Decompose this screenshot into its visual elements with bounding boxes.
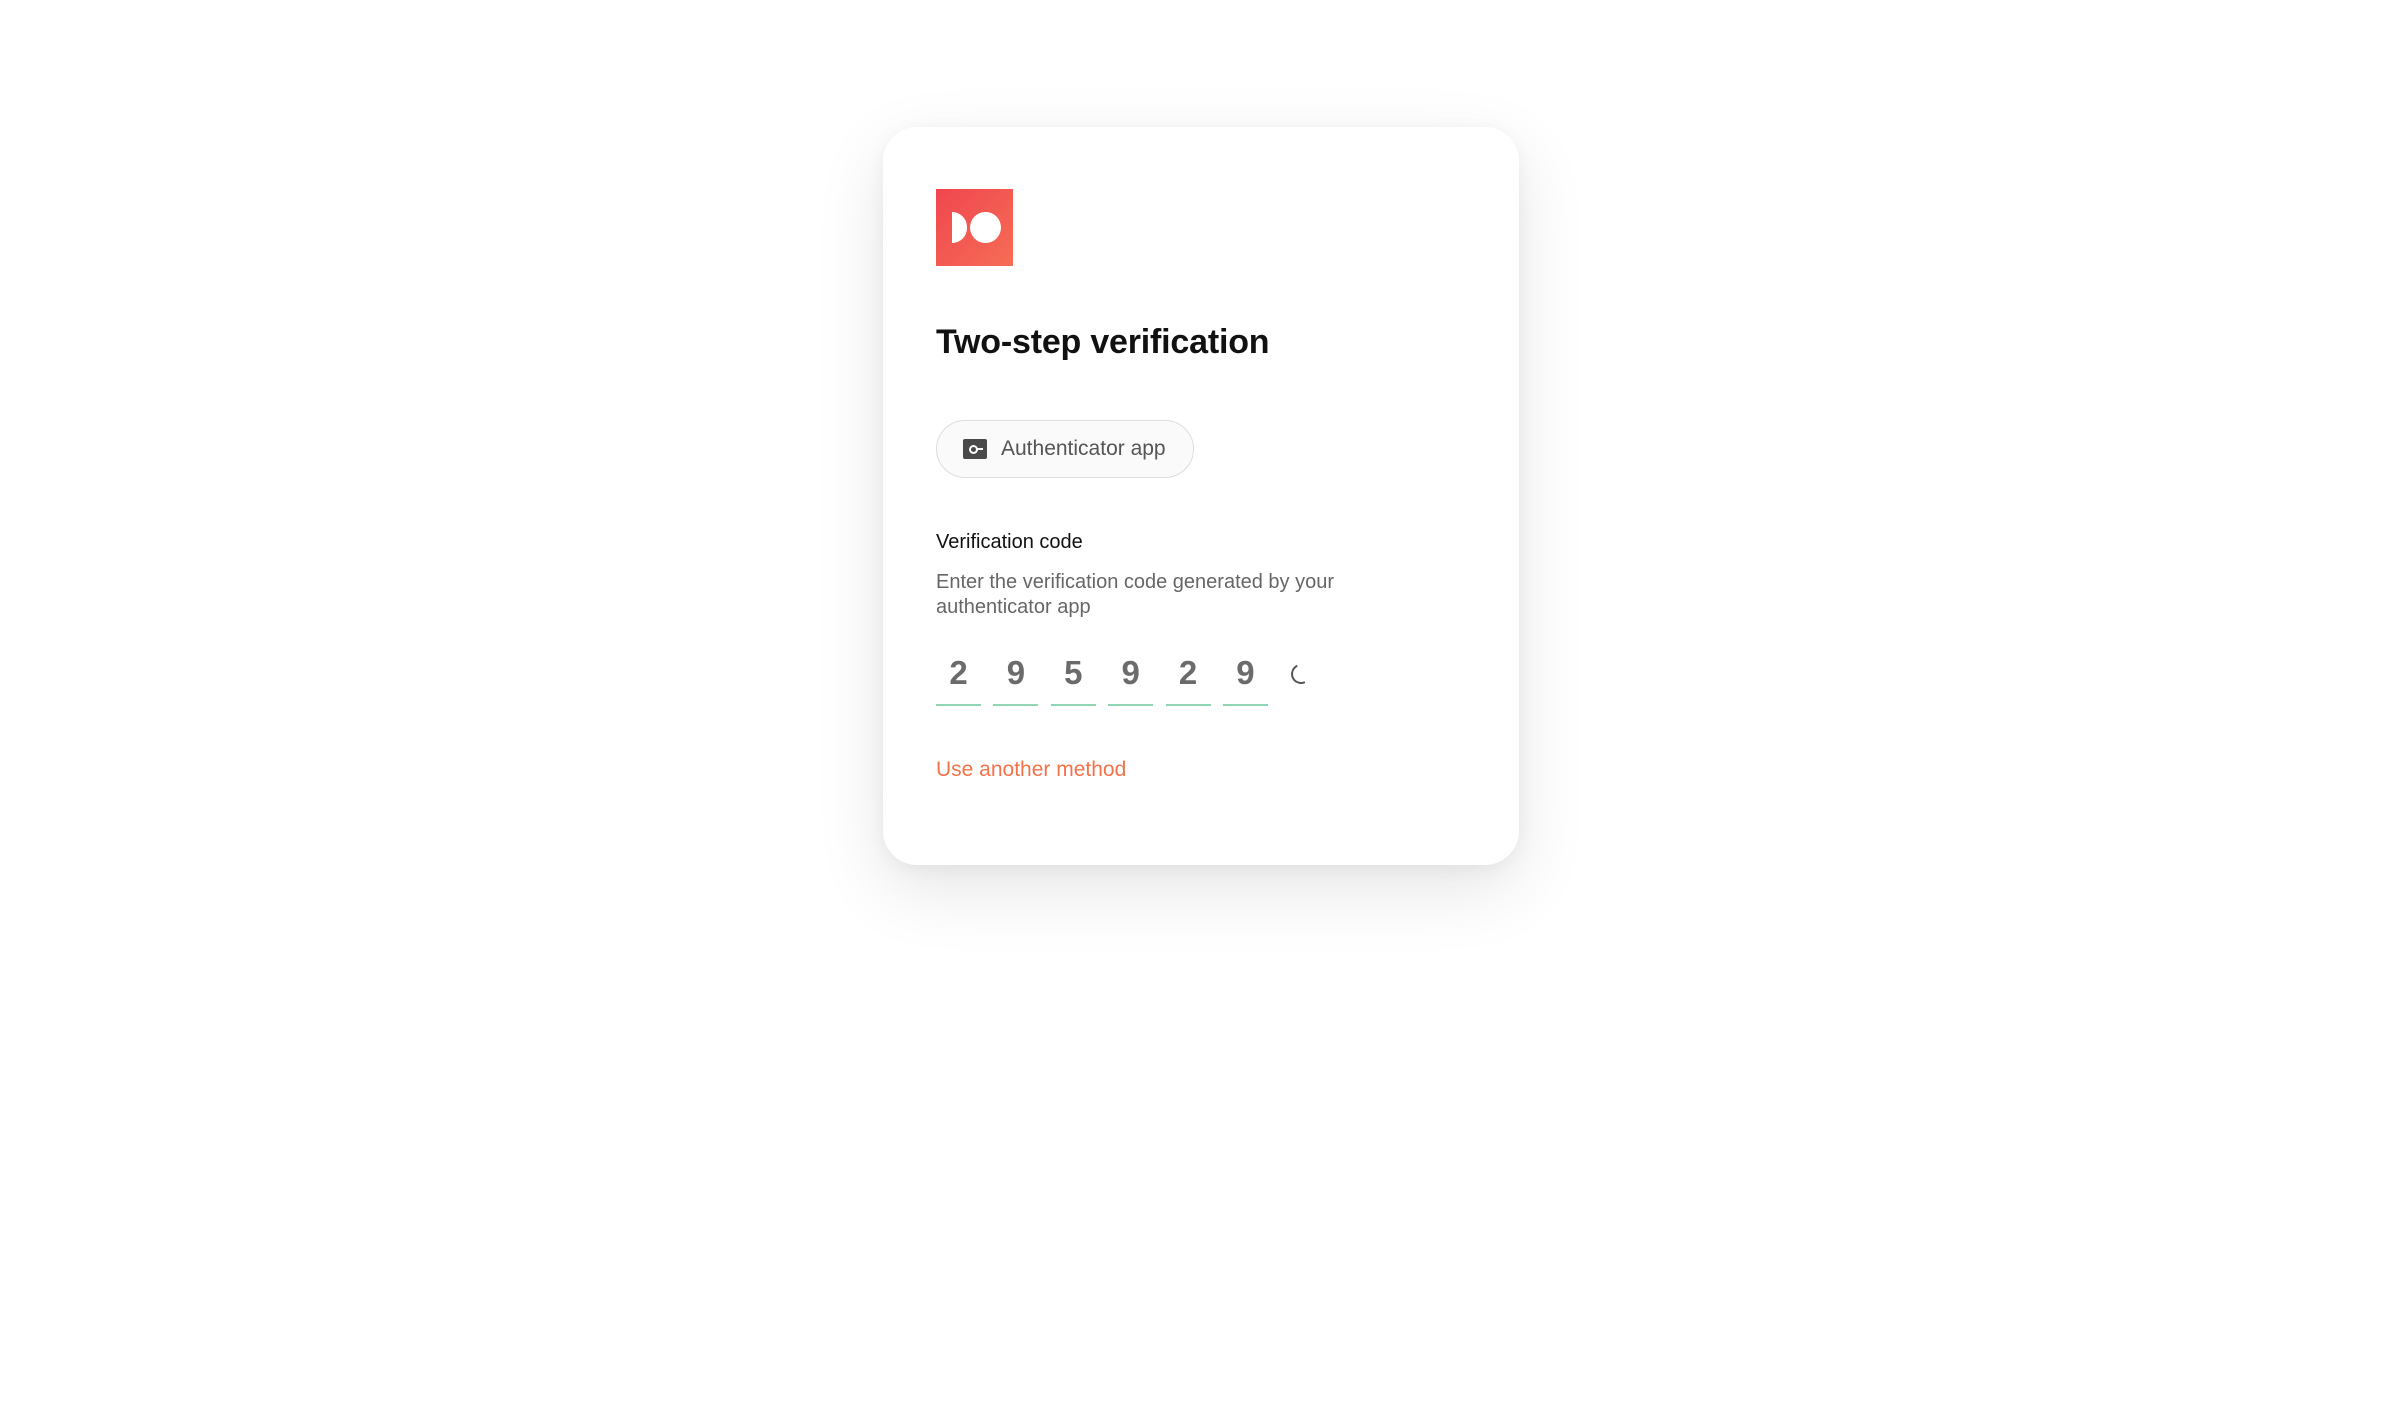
method-label: Authenticator app — [1001, 437, 1166, 460]
code-digit-1[interactable]: 2 — [936, 650, 981, 706]
authenticator-method-chip[interactable]: Authenticator app — [936, 420, 1194, 478]
loading-spinner-icon — [1291, 664, 1311, 684]
code-digit-2[interactable]: 9 — [993, 650, 1039, 706]
code-digit-5[interactable]: 2 — [1165, 650, 1211, 706]
code-input-group: 2 9 5 9 2 9 — [936, 648, 1466, 706]
code-digit-3[interactable]: 5 — [1050, 650, 1096, 706]
logo-half-shape — [952, 212, 967, 243]
verification-card: Two-step verification Authenticator app … — [883, 127, 1519, 865]
page-title: Two-step verification — [936, 323, 1270, 361]
code-digit-4[interactable]: 9 — [1108, 650, 1154, 706]
logo-dot-shape — [970, 212, 1001, 243]
authenticator-key-icon — [963, 439, 987, 459]
brand-logo-icon — [936, 189, 1013, 266]
code-digit-6[interactable]: 9 — [1222, 650, 1268, 706]
verification-code-help: Enter the verification code generated by… — [936, 571, 1335, 618]
verification-code-label: Verification code — [936, 531, 1083, 553]
use-another-method-link[interactable]: Use another method — [936, 758, 1126, 782]
